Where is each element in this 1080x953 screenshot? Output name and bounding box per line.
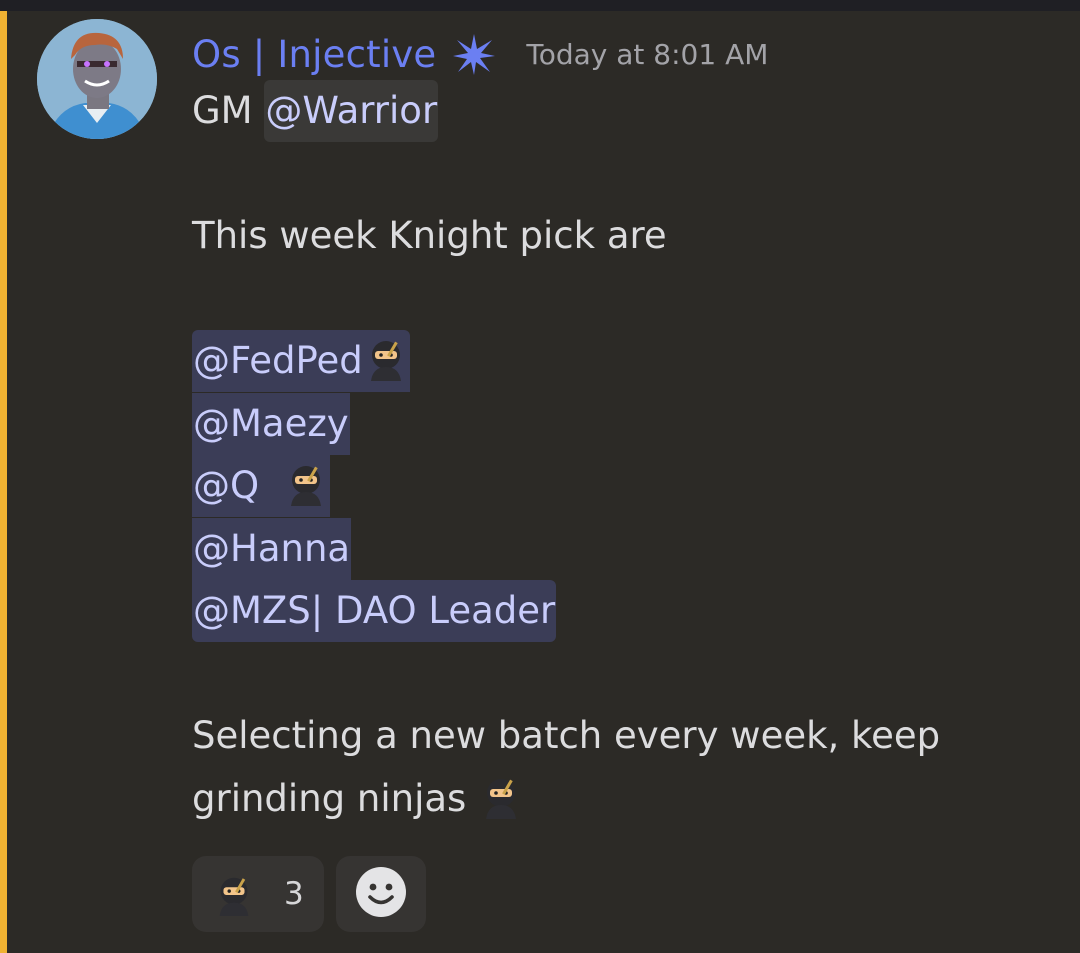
mention-q[interactable]: @Q — [192, 455, 330, 517]
reaction-bar: 3 — [192, 856, 426, 932]
mention-maezy[interactable]: @Maezy — [192, 392, 350, 455]
mention-list: @FedPed @Maezy @Q @Hanna @MZS| DAO Leade… — [192, 330, 557, 643]
mention-fedped[interactable]: @FedPed — [192, 330, 410, 392]
mention-warrior[interactable]: @Warrior — [264, 80, 439, 142]
chat-message: Os | Injective Today at 8:01 AM GM @Warr… — [7, 11, 1080, 953]
ninja-emoji-icon — [212, 872, 256, 916]
author-name[interactable]: Os | Injective — [192, 33, 436, 76]
reaction-ninja[interactable]: 3 — [192, 856, 324, 932]
message-timestamp: Today at 8:01 AM — [526, 37, 769, 71]
sparkle-badge-icon — [450, 30, 498, 78]
ninja-emoji-icon — [363, 335, 409, 381]
ninja-emoji-icon — [478, 773, 524, 819]
mention-hanna[interactable]: @Hanna — [192, 517, 352, 580]
smiley-icon — [355, 866, 407, 922]
ninja-emoji-icon — [283, 460, 329, 506]
intro-line: This week Knight pick are — [192, 214, 667, 257]
message-body: GM @Warrior This week Knight pick are @F… — [192, 80, 1052, 830]
mention-mzs[interactable]: @MZS| DAO Leader — [192, 580, 557, 642]
highlight-accent-bar — [0, 11, 7, 953]
closing-line-2: grinding ninjas — [192, 768, 1052, 831]
closing-line-1: Selecting a new batch every week, keep — [192, 714, 941, 757]
avatar[interactable] — [37, 19, 157, 139]
reaction-count: 3 — [284, 876, 304, 912]
window-top-strip — [0, 0, 1080, 11]
add-reaction-button[interactable] — [335, 856, 426, 932]
message-header: Os | Injective Today at 8:01 AM — [192, 29, 768, 79]
greeting-text: GM — [192, 89, 265, 132]
greeting-line: GM @Warrior — [192, 80, 1052, 143]
